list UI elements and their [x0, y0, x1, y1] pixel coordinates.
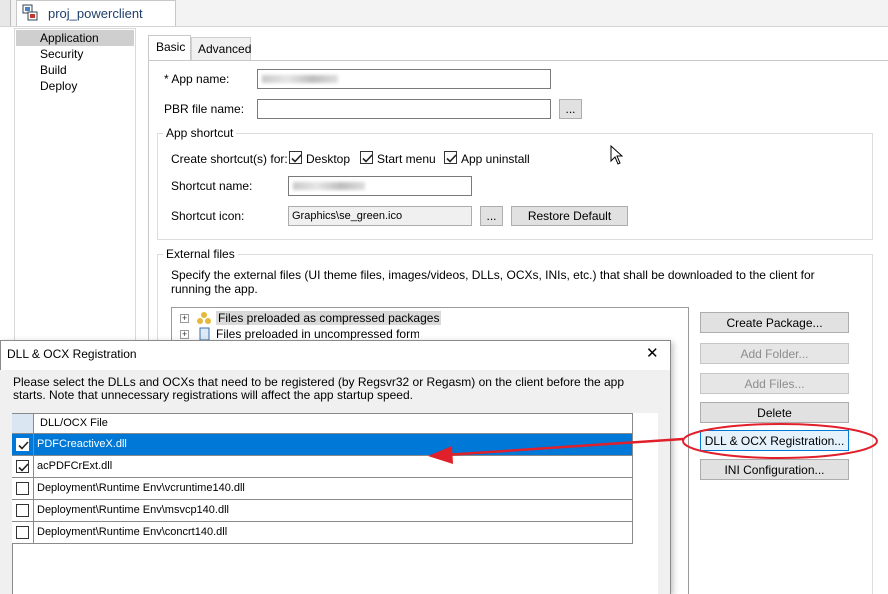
annotation-arrow-head: [428, 446, 453, 464]
annotation-arrow-line: [444, 437, 684, 457]
annotation-overlay: [428, 423, 878, 464]
annotation-circle: [682, 423, 878, 459]
